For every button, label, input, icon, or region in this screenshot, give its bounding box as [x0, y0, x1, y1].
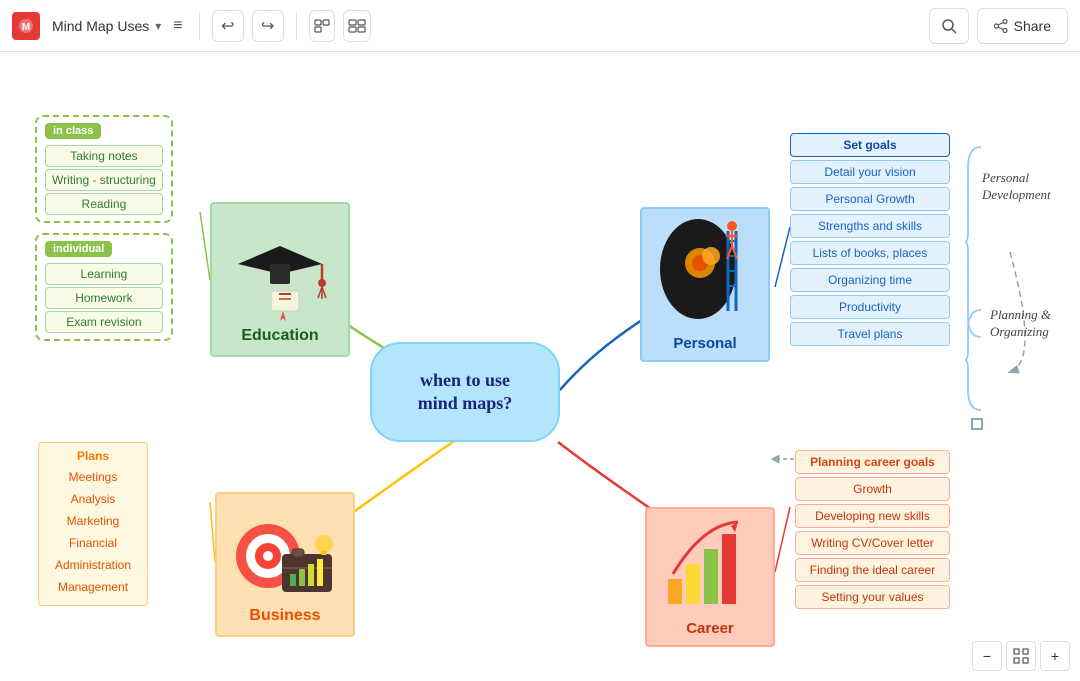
planning-career-goals-item[interactable]: Planning career goals: [795, 450, 950, 474]
planning-bracket: [963, 305, 985, 415]
business-branches: Plans Meetings Analysis Marketing Financ…: [38, 442, 148, 606]
strengths-skills-item[interactable]: Strengths and skills: [790, 214, 950, 238]
title-area: Mind Map Uses ▾: [52, 18, 161, 34]
productivity-item[interactable]: Productivity: [790, 295, 950, 319]
education-card[interactable]: Education: [210, 202, 350, 357]
in-class-group: in class Taking notes Writing - structur…: [35, 115, 173, 223]
chevron-down-icon[interactable]: ▾: [155, 19, 161, 33]
personal-label: Personal: [673, 335, 736, 352]
bracket-dot: [971, 418, 983, 430]
in-class-label: in class: [45, 123, 101, 139]
homework-item[interactable]: Homework: [45, 287, 163, 309]
personal-development-label: Personal Development: [982, 170, 1051, 204]
business-image: [230, 513, 340, 603]
business-items-box: Plans Meetings Analysis Marketing Financ…: [38, 442, 148, 606]
organizing-time-item[interactable]: Organizing time: [790, 268, 950, 292]
education-branches: in class Taking notes Writing - structur…: [35, 115, 173, 351]
divider: [199, 12, 200, 40]
lists-books-item[interactable]: Lists of books, places: [790, 241, 950, 265]
document-title[interactable]: Mind Map Uses: [52, 18, 149, 34]
individual-label: individual: [45, 241, 112, 257]
finding-career-item[interactable]: Finding the ideal career: [795, 558, 950, 582]
career-label: Career: [686, 620, 734, 637]
education-image: [230, 233, 330, 323]
set-goals-item[interactable]: Set goals: [790, 133, 950, 157]
setting-values-item[interactable]: Setting your values: [795, 585, 950, 609]
administration-item[interactable]: Administration: [49, 555, 137, 575]
individual-group: individual Learning Homework Exam revisi…: [35, 233, 173, 341]
personal-branches: Set goals Detail your vision Personal Gr…: [790, 130, 950, 349]
planning-organizing-label: Planning & Organizing: [990, 307, 1051, 341]
personal-growth-item[interactable]: Personal Growth: [790, 187, 950, 211]
career-branches: Planning career goals Growth Developing …: [795, 447, 950, 612]
business-label: Business: [249, 607, 320, 625]
zoom-out-button[interactable]: −: [972, 641, 1002, 671]
financial-item[interactable]: Financial: [49, 533, 137, 553]
redo-button[interactable]: ↪: [252, 10, 284, 42]
center-node[interactable]: when to use mind maps?: [370, 342, 560, 442]
marketing-item[interactable]: Marketing: [49, 511, 137, 531]
layout-button[interactable]: [343, 10, 371, 42]
personal-card[interactable]: Personal: [640, 207, 770, 362]
zoom-in-button[interactable]: +: [1040, 641, 1070, 671]
management-item[interactable]: Management: [49, 577, 137, 597]
personal-image: [648, 211, 763, 331]
reading-item[interactable]: Reading: [45, 193, 163, 215]
meetings-item[interactable]: Meetings: [49, 467, 137, 487]
travel-plans-item[interactable]: Travel plans: [790, 322, 950, 346]
analysis-item[interactable]: Analysis: [49, 489, 137, 509]
undo-button[interactable]: ↩: [212, 10, 244, 42]
career-image: [653, 511, 768, 616]
business-card[interactable]: Business: [215, 492, 355, 637]
learning-item[interactable]: Learning: [45, 263, 163, 285]
zoom-controls: − +: [972, 641, 1070, 671]
exam-revision-item[interactable]: Exam revision: [45, 311, 163, 333]
topbar: M Mind Map Uses ▾ ≡ ↩ ↪ Share: [0, 0, 1080, 52]
fit-button[interactable]: [1006, 641, 1036, 671]
detail-vision-item[interactable]: Detail your vision: [790, 160, 950, 184]
plans-label: Plans: [49, 449, 137, 463]
share-button[interactable]: Share: [977, 8, 1068, 44]
growth-item[interactable]: Growth: [795, 477, 950, 501]
writing-cv-item[interactable]: Writing CV/Cover letter: [795, 531, 950, 555]
menu-icon[interactable]: ≡: [169, 13, 186, 39]
app-logo: M: [12, 12, 40, 40]
divider2: [296, 12, 297, 40]
mind-map-canvas[interactable]: when to use mind maps?: [0, 52, 1080, 681]
education-label: Education: [241, 327, 318, 345]
taking-notes-item[interactable]: Taking notes: [45, 145, 163, 167]
career-card[interactable]: Career: [645, 507, 775, 647]
share-label: Share: [1014, 18, 1051, 34]
writing-structuring-item[interactable]: Writing - structuring: [45, 169, 163, 191]
center-text: when to use mind maps?: [418, 369, 513, 416]
developing-skills-item[interactable]: Developing new skills: [795, 504, 950, 528]
svg-text:M: M: [22, 22, 30, 33]
insert-button[interactable]: [309, 10, 335, 42]
search-button[interactable]: [929, 8, 969, 44]
